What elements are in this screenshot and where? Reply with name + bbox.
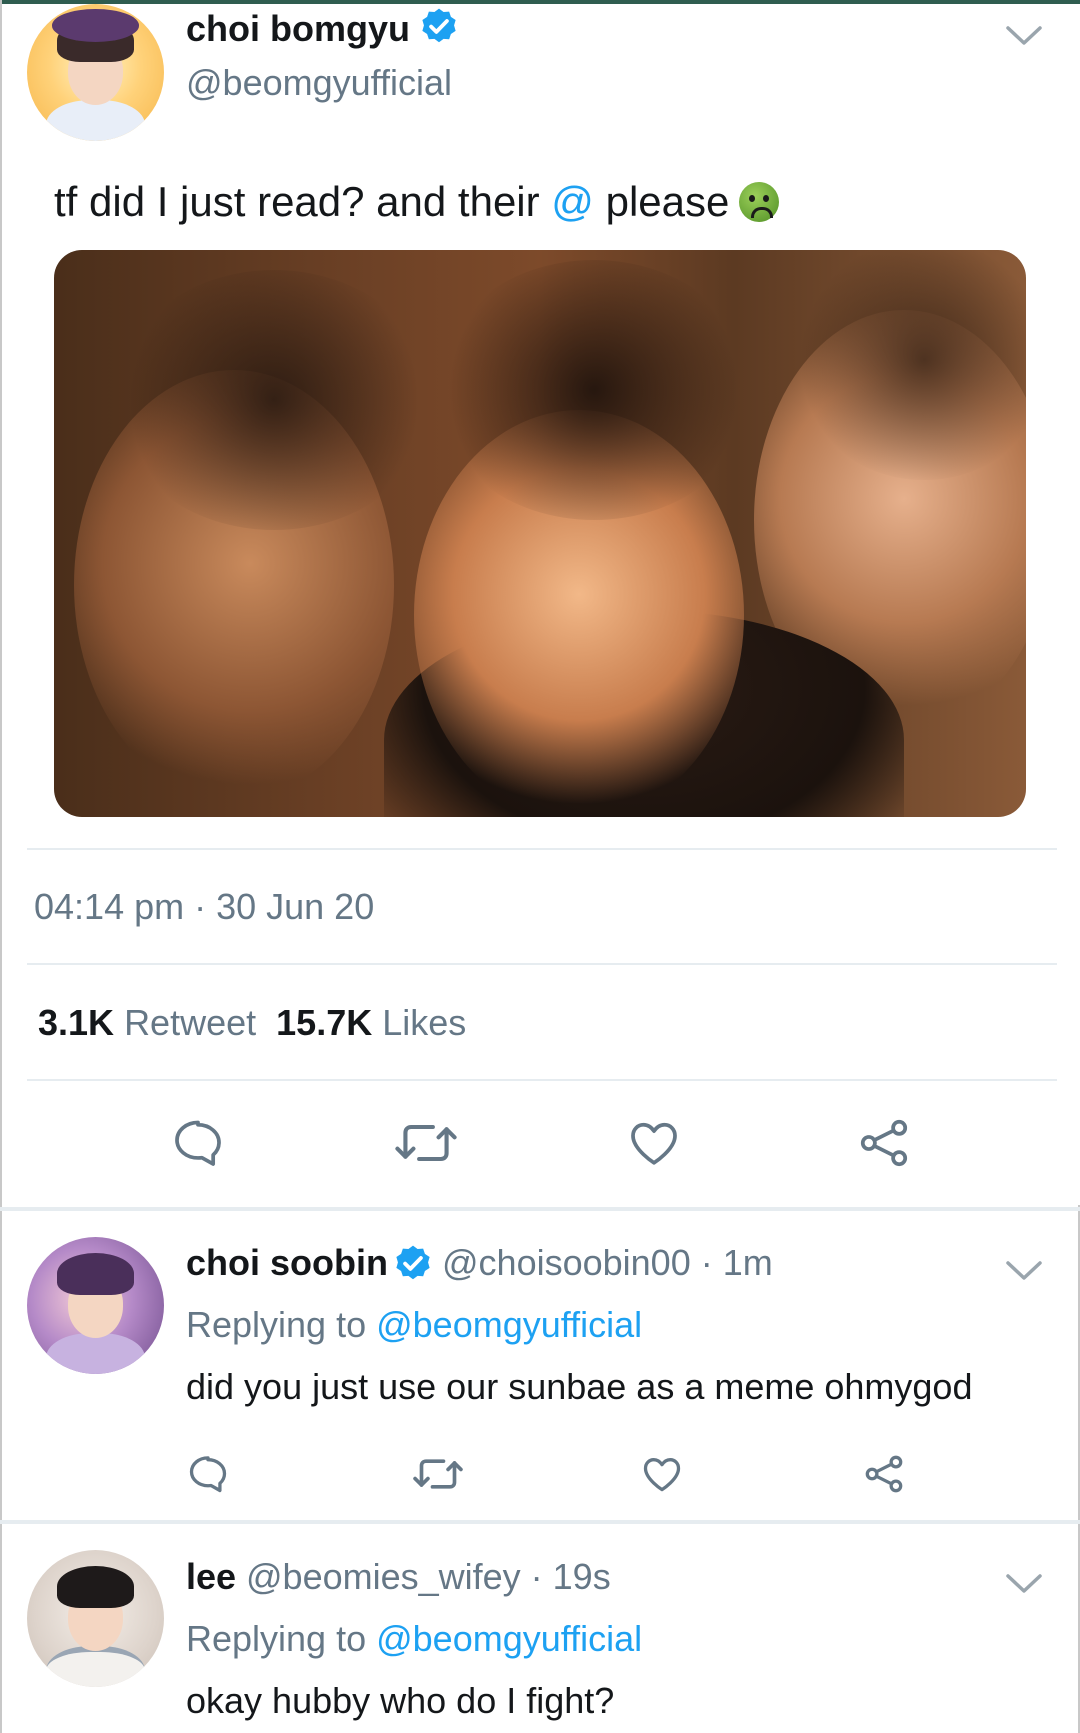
chevron-down-icon[interactable] (1004, 1568, 1044, 1598)
chevron-down-icon[interactable] (1004, 1255, 1044, 1285)
like-icon[interactable] (626, 1115, 682, 1171)
reply-icon[interactable] (170, 1115, 226, 1171)
tweet-media-image[interactable] (54, 250, 1026, 817)
tweet-stats: 3.1K Retweet 15.7K Likes (38, 1002, 466, 1044)
replying-to-link[interactable]: @beomgyufficial (376, 1618, 642, 1659)
divider (27, 1079, 1057, 1081)
reply-author-name[interactable]: choi soobin (186, 1242, 388, 1284)
replying-to-prefix: Replying to (186, 1304, 377, 1345)
replying-to-prefix: Replying to (186, 1618, 377, 1659)
tweet-text-part: tf did I just read? and their (54, 178, 552, 225)
reply-text: okay hubby who do I fight? (186, 1680, 615, 1721)
chevron-down-icon[interactable] (1004, 20, 1044, 50)
top-accent-bar (0, 0, 1080, 4)
reply-author-name[interactable]: lee (186, 1556, 236, 1598)
left-border (0, 0, 2, 1733)
divider (27, 963, 1057, 965)
retweet-icon[interactable] (412, 1452, 464, 1496)
tweet-separator (0, 1207, 1080, 1211)
tweet-text-part: please (593, 178, 730, 225)
verified-badge-icon (422, 8, 456, 43)
avatar[interactable] (27, 1237, 164, 1374)
share-icon[interactable] (862, 1452, 906, 1496)
retweet-icon[interactable] (394, 1115, 458, 1171)
retweet-label[interactable]: Retweet (124, 1002, 256, 1043)
author-name[interactable]: choi bomgyu (186, 8, 410, 50)
replying-to: Replying to @beomgyufficial (186, 1304, 642, 1346)
tweet-separator (0, 1520, 1080, 1524)
divider (27, 848, 1057, 850)
mention-link[interactable]: @ (551, 178, 594, 225)
verified-badge-icon (396, 1245, 430, 1280)
nauseated-face-emoji-icon (739, 182, 780, 222)
tweet-text: tf did I just read? and their @ please (54, 178, 780, 226)
replying-to-link[interactable]: @beomgyufficial (376, 1304, 642, 1345)
reply-text: did you just use our sunbae as a meme oh… (186, 1366, 973, 1407)
reply-handle-time[interactable]: @beomies_wifey · 19s (246, 1556, 611, 1598)
avatar[interactable] (27, 4, 164, 141)
reply-icon[interactable] (186, 1452, 230, 1496)
avatar[interactable] (27, 1550, 164, 1687)
author-handle[interactable]: @beomgyufficial (186, 62, 452, 104)
like-count[interactable]: 15.7K (276, 1002, 372, 1043)
like-label[interactable]: Likes (382, 1002, 466, 1043)
tweet-timestamp[interactable]: 04:14 pm · 30 Jun 20 (34, 886, 374, 928)
reply-handle-time[interactable]: @choisoobin00 · 1m (442, 1242, 773, 1284)
retweet-count[interactable]: 3.1K (38, 1002, 114, 1043)
replying-to: Replying to @beomgyufficial (186, 1618, 642, 1660)
share-icon[interactable] (856, 1115, 912, 1171)
like-icon[interactable] (640, 1452, 684, 1496)
